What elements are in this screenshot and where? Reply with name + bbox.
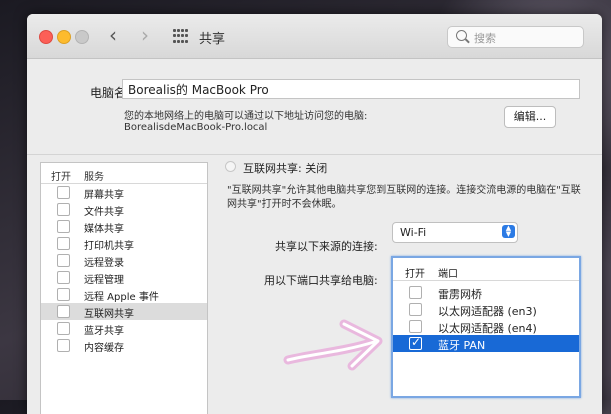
search-icon xyxy=(456,30,467,41)
port-list: 打开 端口 雷雳网桥 以太网适配器 (en3) 以太网适配器 (en4) ✓ 蓝牙… xyxy=(391,256,581,398)
divider xyxy=(27,154,602,155)
service-row[interactable]: 远程 Apple 事件 xyxy=(41,286,207,303)
service-row[interactable]: 远程管理 xyxy=(41,269,207,286)
zoom-button[interactable] xyxy=(75,30,89,44)
service-list-header: 打开 服务 xyxy=(41,163,207,184)
share-from-label: 共享以下来源的连接: xyxy=(275,240,378,253)
service-row[interactable]: 内容缓存 xyxy=(41,337,207,354)
service-label: 打印机共享 xyxy=(84,241,134,252)
local-address: BorealisdeMacBook-Pro.local xyxy=(124,122,268,133)
service-label: 屏幕共享 xyxy=(84,190,124,201)
internet-sharing-status: 互联网共享: 关闭 xyxy=(243,162,328,175)
port-list-divider xyxy=(393,280,579,281)
service-checkbox[interactable] xyxy=(57,237,70,250)
grid-icon[interactable] xyxy=(173,29,188,44)
status-indicator xyxy=(225,161,236,172)
service-checkbox[interactable] xyxy=(57,322,70,335)
port-row[interactable]: 以太网适配器 (en3) xyxy=(393,301,579,318)
port-checkbox[interactable] xyxy=(409,320,422,333)
share-from-value: Wi-Fi xyxy=(400,226,427,239)
service-checkbox[interactable] xyxy=(57,254,70,267)
service-row[interactable]: 远程登录 xyxy=(41,252,207,269)
service-row[interactable]: 屏幕共享 xyxy=(41,184,207,201)
service-checkbox[interactable] xyxy=(57,339,70,352)
sharing-window: ‹ › 共享 搜索 电脑名称: Borealis的 MacBook Pro 您的… xyxy=(27,14,602,414)
service-label: 内容缓存 xyxy=(84,343,124,354)
forward-icon[interactable]: › xyxy=(141,24,149,46)
checkmark-icon: ✓ xyxy=(411,335,422,349)
service-label: 媒体共享 xyxy=(84,224,124,235)
column-service: 服务 xyxy=(84,172,104,183)
info-text-line1: "互联网共享"允许其他电脑共享您到互联网的连接。连接交流电源的电脑在"互联 xyxy=(227,185,581,196)
service-row[interactable]: 打印机共享 xyxy=(41,235,207,252)
title-bar: ‹ › 共享 搜索 xyxy=(27,14,602,59)
search-field[interactable]: 搜索 xyxy=(447,26,584,48)
port-checkbox-checked[interactable]: ✓ xyxy=(409,335,422,350)
port-column-port: 端口 xyxy=(438,269,458,280)
service-checkbox[interactable] xyxy=(57,271,70,284)
service-row[interactable]: 媒体共享 xyxy=(41,218,207,235)
chevron-updown-icon: ▲ ▼ xyxy=(502,225,515,238)
service-checkbox[interactable] xyxy=(57,186,70,199)
share-to-label: 用以下端口共享给电脑: xyxy=(264,274,378,287)
info-text-line2: 网共享"打开时不会休眠。 xyxy=(227,199,342,210)
share-from-popup[interactable]: Wi-Fi ▲ ▼ xyxy=(392,222,518,243)
port-checkbox[interactable] xyxy=(409,303,422,316)
address-description: 您的本地网络上的电脑可以通过以下地址访问您的电脑: xyxy=(124,111,368,122)
service-label: 远程登录 xyxy=(84,258,124,269)
search-placeholder: 搜索 xyxy=(474,32,496,45)
port-row[interactable]: 雷雳网桥 xyxy=(393,284,579,301)
minimize-button[interactable] xyxy=(57,30,71,44)
column-on: 打开 xyxy=(51,172,71,183)
service-label: 互联网共享 xyxy=(84,309,134,320)
service-label: 文件共享 xyxy=(84,207,124,218)
service-label: 远程管理 xyxy=(84,275,124,286)
service-label: 远程 Apple 事件 xyxy=(84,292,159,303)
service-checkbox[interactable] xyxy=(57,203,70,216)
port-label: 以太网适配器 (en3) xyxy=(438,305,537,318)
computer-name-field[interactable]: Borealis的 MacBook Pro xyxy=(122,79,580,99)
service-checkbox[interactable] xyxy=(57,305,70,318)
window-title: 共享 xyxy=(199,32,226,47)
service-checkbox[interactable] xyxy=(57,220,70,233)
port-column-on: 打开 xyxy=(405,269,425,280)
back-icon[interactable]: ‹ xyxy=(109,24,117,46)
service-row[interactable]: 文件共享 xyxy=(41,201,207,218)
service-checkbox[interactable] xyxy=(57,288,70,301)
service-row-selected[interactable]: 互联网共享 xyxy=(41,303,207,320)
hand-drawn-arrow-icon xyxy=(283,319,383,371)
port-label: 雷雳网桥 xyxy=(438,288,482,301)
close-button[interactable] xyxy=(39,30,53,44)
port-label: 蓝牙 PAN xyxy=(438,339,486,352)
service-list: 打开 服务 屏幕共享 文件共享 媒体共享 打印机共享 远程登录 远程管理 远程 … xyxy=(40,162,208,414)
edit-button[interactable]: 编辑... xyxy=(504,106,556,128)
port-row[interactable]: 以太网适配器 (en4) xyxy=(393,318,579,335)
service-label: 蓝牙共享 xyxy=(84,326,124,337)
port-row-selected[interactable]: ✓ 蓝牙 PAN xyxy=(393,335,579,352)
port-checkbox[interactable] xyxy=(409,286,422,299)
port-label: 以太网适配器 (en4) xyxy=(438,322,537,335)
service-row[interactable]: 蓝牙共享 xyxy=(41,320,207,337)
